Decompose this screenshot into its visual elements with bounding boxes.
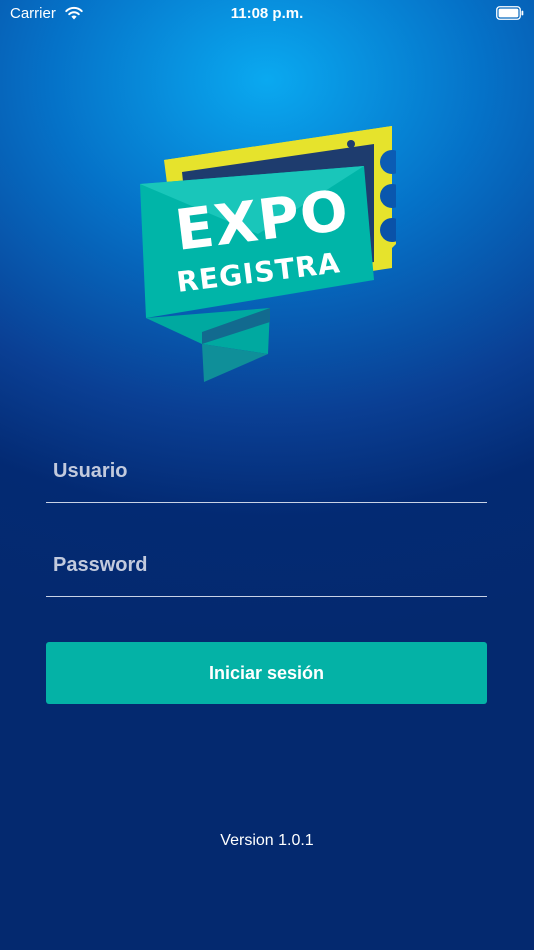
- username-field[interactable]: [46, 442, 487, 503]
- username-input[interactable]: [53, 442, 473, 500]
- password-input[interactable]: [53, 536, 473, 594]
- login-button[interactable]: Iniciar sesión: [46, 642, 487, 704]
- version-label: Version 1.0.1: [220, 832, 314, 849]
- status-time: 11:08 p.m.: [230, 5, 304, 22]
- status-bar: Carrier 11:08 p.m.: [0, 0, 534, 28]
- battery-icon: [496, 6, 524, 20]
- expo-registra-logo: EXPO REGISTRA: [140, 126, 396, 382]
- password-field[interactable]: [46, 536, 487, 597]
